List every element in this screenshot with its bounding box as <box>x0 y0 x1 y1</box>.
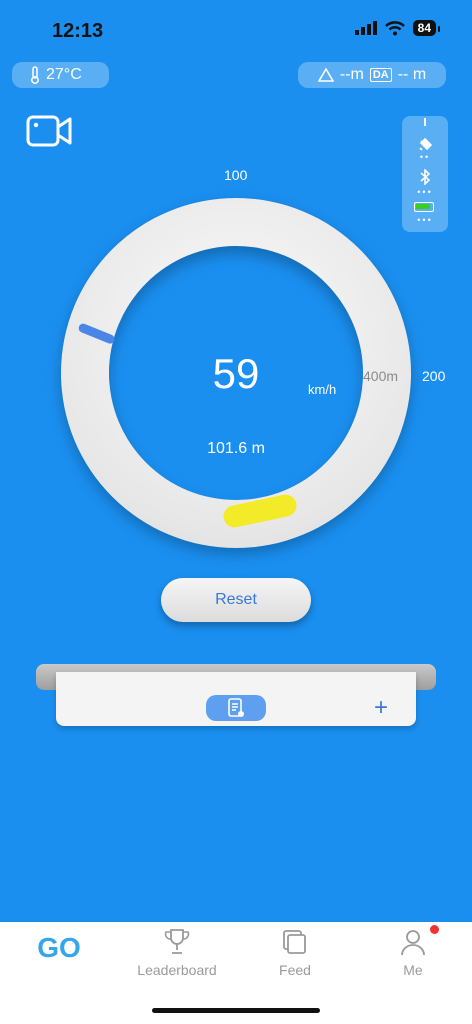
video-camera-button[interactable] <box>26 114 72 148</box>
mountain-icon <box>317 68 334 82</box>
da-label: DA <box>369 68 392 82</box>
status-icons: 84 <box>354 20 441 36</box>
tab-feed[interactable]: Feed <box>236 922 354 992</box>
battery-status-dots: ••• <box>417 215 433 225</box>
tab-feed-label: Feed <box>279 962 311 978</box>
bluetooth-status-dots: ••• <box>417 187 433 197</box>
tab-me[interactable]: Me <box>354 922 472 992</box>
status-bar: 12:13 84 <box>0 0 472 60</box>
log-button[interactable] <box>206 695 266 721</box>
battery-icon: 84 <box>412 20 441 36</box>
device-battery-icon <box>414 202 434 212</box>
tab-me-label: Me <box>403 962 423 978</box>
tab-go-label: GO <box>37 932 81 963</box>
trophy-icon <box>164 929 190 954</box>
density-altitude-value: -- m <box>397 66 427 83</box>
satellite-status-dots: •• <box>419 152 431 162</box>
document-icon <box>228 698 244 717</box>
feed-icon <box>283 930 306 954</box>
video-camera-icon <box>26 115 72 147</box>
signal-icon <box>354 21 377 35</box>
tab-leaderboard[interactable]: Leaderboard <box>118 922 236 992</box>
bluetooth-icon <box>402 168 448 188</box>
add-button[interactable]: + <box>374 694 388 722</box>
sensor-status-panel[interactable]: •• ••• ••• <box>402 116 448 232</box>
tab-leaderboard-label: Leaderboard <box>137 962 217 978</box>
home-indicator <box>152 1008 320 1013</box>
wifi-icon <box>384 20 405 35</box>
altitude-pill: --m DA -- m <box>298 62 446 88</box>
status-time: 12:13 <box>52 20 104 42</box>
altitude-value: --m <box>339 66 364 83</box>
temperature-value: 27°C <box>46 66 82 83</box>
speed-unit: km/h <box>308 382 337 397</box>
person-icon <box>401 930 425 956</box>
gauge-tick-top: 100 <box>224 167 248 183</box>
panel-handle <box>424 118 426 126</box>
speed-value: 59 <box>212 350 260 397</box>
thermometer-icon <box>31 66 39 84</box>
temperature-pill: 27°C <box>12 62 109 88</box>
tab-go[interactable]: GO <box>0 922 118 992</box>
reset-button[interactable]: Reset <box>161 578 311 622</box>
distance-value: 101.6 m <box>207 440 265 457</box>
notification-dot <box>430 925 439 934</box>
